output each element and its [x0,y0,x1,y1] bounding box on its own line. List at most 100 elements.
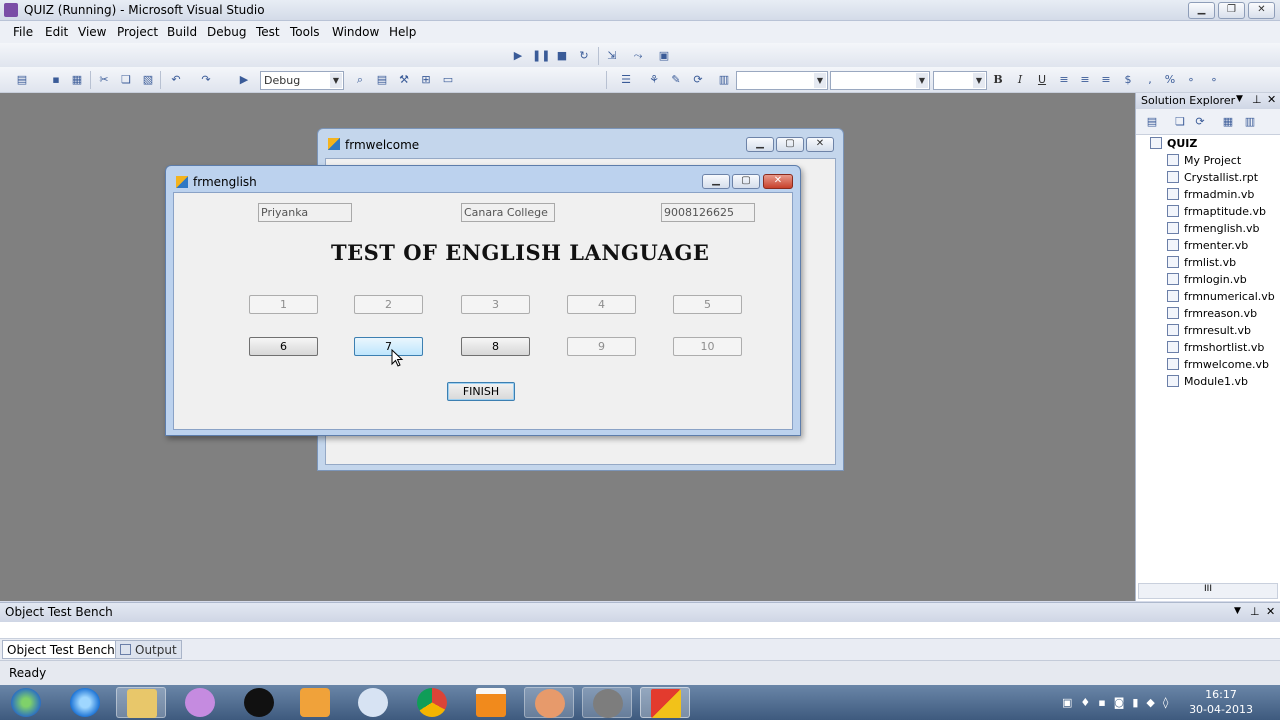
tree-item[interactable]: frmshortlist.vb [1167,341,1264,354]
solution-configuration-combo[interactable]: Debug ▼ [260,71,344,90]
minimize-button[interactable]: ▁ [1188,2,1215,19]
align-icon[interactable]: ☰ [618,72,634,88]
decrease-decimal-icon[interactable]: ∘ [1206,72,1222,88]
tree-item[interactable]: Crystallist.rpt [1167,171,1258,184]
frmenglish-maximize-button[interactable]: ▢ [732,174,760,189]
tree-item[interactable]: frmenglish.vb [1167,222,1259,235]
refresh-icon[interactable]: ⟳ [1192,114,1208,130]
bold-icon[interactable]: B [990,72,1006,88]
arrange-icon[interactable]: ✎ [668,72,684,88]
start-button[interactable] [2,687,48,718]
tree-item[interactable]: frmwelcome.vb [1167,358,1269,371]
view-designer-icon[interactable]: ▥ [1242,114,1258,130]
finish-button[interactable]: FINISH [447,382,515,401]
menu-project[interactable]: Project [117,25,158,39]
show-all-files-icon[interactable]: ❏ [1172,114,1188,130]
start-debug-icon[interactable]: ▶ [236,72,252,88]
menu-file[interactable]: File [13,25,33,39]
copy-icon[interactable]: ❏ [118,72,134,88]
frmwelcome-minimize-button[interactable]: ▁ [746,137,774,152]
question-6-button[interactable]: 6 [249,337,318,356]
menu-build[interactable]: Build [167,25,197,39]
restart-icon[interactable]: ↻ [576,48,592,64]
format-icon[interactable]: ▥ [716,72,732,88]
chrome-taskbar-item[interactable] [407,687,457,718]
frmenglish-minimize-button[interactable]: ▁ [702,174,730,189]
dropdown-icon[interactable]: ▼ [1234,606,1241,616]
new-project-icon[interactable]: ▤ [14,72,30,88]
tree-item[interactable]: frmenter.vb [1167,239,1248,252]
media-player-taskbar-item[interactable] [290,687,340,718]
movie-maker-taskbar-item[interactable] [582,687,632,718]
align-center-icon[interactable]: ≡ [1077,72,1093,88]
tree-item[interactable]: My Project [1167,154,1241,167]
comma-style-icon[interactable]: , [1142,72,1158,88]
question-4-button[interactable]: 4 [567,295,636,314]
close-icon[interactable]: ✕ [1266,605,1275,618]
menu-test[interactable]: Test [256,25,280,39]
dell-taskbar-item[interactable] [348,687,398,718]
question-7-button[interactable]: 7 [354,337,423,356]
frmwelcome-maximize-button[interactable]: ▢ [776,137,804,152]
continue-icon[interactable]: ▶ [510,48,526,64]
menu-edit[interactable]: Edit [45,25,68,39]
system-tray-icons[interactable]: ▣♦▪◙▮◆◊ [1062,696,1192,710]
underline-icon[interactable]: U [1034,72,1050,88]
tree-item[interactable]: frmnumerical.vb [1167,290,1275,303]
question-1-button[interactable]: 1 [249,295,318,314]
internet-explorer-taskbar-item[interactable] [60,687,110,718]
name-field[interactable]: Priyanka [258,203,352,222]
media-taskbar-item[interactable] [175,687,225,718]
hyperlink-icon[interactable]: ⚘ [646,72,662,88]
font-name-combo[interactable]: ▼ [736,71,828,90]
tree-item[interactable]: Module1.vb [1167,375,1248,388]
break-all-icon[interactable]: ❚❚ [532,48,550,64]
solution-explorer-icon[interactable]: ▤ [374,72,390,88]
p-app-taskbar-item[interactable] [234,687,284,718]
tree-item[interactable]: frmadmin.vb [1167,188,1254,201]
align-left-icon[interactable]: ≡ [1056,72,1072,88]
properties-icon[interactable]: ⚒ [396,72,412,88]
close-button[interactable]: ✕ [1248,2,1275,19]
properties-icon[interactable]: ▤ [1144,114,1160,130]
step-into-icon[interactable]: ⇲ [604,48,620,64]
tree-item[interactable]: frmreason.vb [1167,307,1257,320]
question-10-button[interactable]: 10 [673,337,742,356]
redo-icon[interactable]: ↷ [198,72,214,88]
question-3-button[interactable]: 3 [461,295,530,314]
dropdown-icon[interactable]: ▼ [1236,94,1243,104]
vlc-taskbar-item[interactable] [466,687,516,718]
increase-decimal-icon[interactable]: ∘ [1183,72,1199,88]
tab-object-test-bench[interactable]: Object Test Bench [2,640,120,659]
font-style-combo[interactable]: ▼ [830,71,930,90]
question-9-button[interactable]: 9 [567,337,636,356]
paint-taskbar-item[interactable] [524,687,574,718]
question-8-button[interactable]: 8 [461,337,530,356]
tree-item[interactable]: frmlist.vb [1167,256,1236,269]
restore-button[interactable]: ❐ [1218,2,1245,19]
save-all-icon[interactable]: ▦ [69,72,85,88]
menu-view[interactable]: View [78,25,106,39]
pin-icon[interactable]: ⊥ [1252,93,1262,106]
stop-icon[interactable]: ■ [554,48,570,64]
font-size-combo[interactable]: ▼ [933,71,987,90]
undo-icon[interactable]: ↶ [168,72,184,88]
step-over-icon[interactable]: ⤳ [630,48,646,64]
clock[interactable]: 16:17 30-04-2013 [1189,687,1253,717]
horizontal-scrollbar[interactable]: III [1138,583,1278,599]
percent-icon[interactable]: % [1162,72,1178,88]
tree-item[interactable]: frmresult.vb [1167,324,1251,337]
frmenglish-close-button[interactable]: ✕ [763,174,793,189]
question-5-button[interactable]: 5 [673,295,742,314]
refresh-icon[interactable]: ⟳ [690,72,706,88]
breakpoints-icon[interactable]: ▣ [656,48,672,64]
align-right-icon[interactable]: ≡ [1098,72,1114,88]
save-icon[interactable]: ▪ [48,72,64,88]
menu-window[interactable]: Window [332,25,379,39]
explorer-taskbar-item[interactable] [116,687,166,718]
tab-output[interactable]: Output [115,640,182,659]
visual-studio-taskbar-item[interactable] [640,687,690,718]
italic-icon[interactable]: I [1012,72,1028,88]
close-icon[interactable]: ✕ [1267,93,1276,106]
tree-item[interactable]: frmaptitude.vb [1167,205,1266,218]
